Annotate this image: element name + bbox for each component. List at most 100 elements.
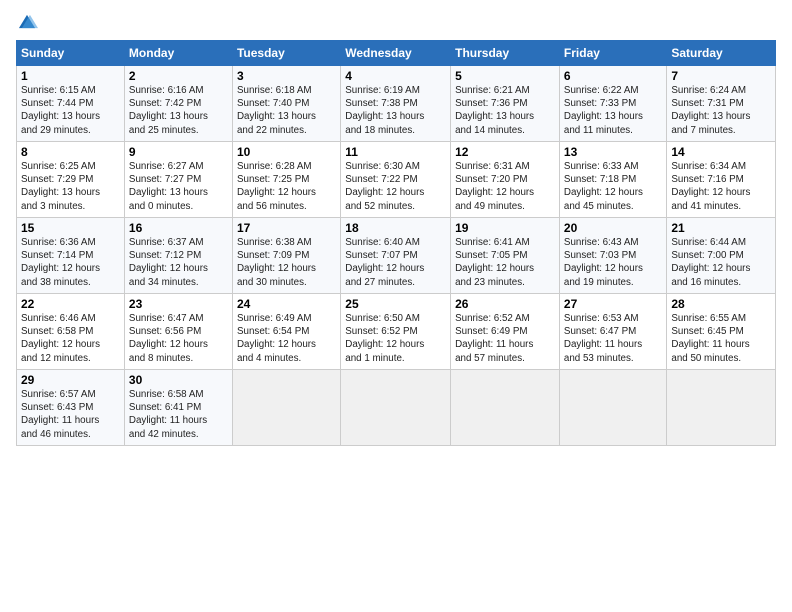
day-info: Sunrise: 6:27 AM Sunset: 7:27 PM Dayligh… (129, 160, 228, 213)
calendar-cell: 14Sunrise: 6:34 AM Sunset: 7:16 PM Dayli… (667, 142, 776, 218)
day-info: Sunrise: 6:41 AM Sunset: 7:05 PM Dayligh… (455, 236, 555, 289)
day-number: 9 (129, 145, 228, 159)
calendar-week-2: 8Sunrise: 6:25 AM Sunset: 7:29 PM Daylig… (17, 142, 776, 218)
page: Sunday Monday Tuesday Wednesday Thursday… (0, 0, 792, 454)
calendar-cell: 15Sunrise: 6:36 AM Sunset: 7:14 PM Dayli… (17, 218, 125, 294)
day-info: Sunrise: 6:58 AM Sunset: 6:41 PM Dayligh… (129, 388, 228, 441)
header-row (16, 12, 776, 34)
calendar-cell: 26Sunrise: 6:52 AM Sunset: 6:49 PM Dayli… (451, 294, 560, 370)
calendar-cell: 27Sunrise: 6:53 AM Sunset: 6:47 PM Dayli… (559, 294, 666, 370)
calendar-week-1: 1Sunrise: 6:15 AM Sunset: 7:44 PM Daylig… (17, 66, 776, 142)
day-info: Sunrise: 6:57 AM Sunset: 6:43 PM Dayligh… (21, 388, 120, 441)
day-info: Sunrise: 6:31 AM Sunset: 7:20 PM Dayligh… (455, 160, 555, 213)
day-number: 20 (564, 221, 662, 235)
day-info: Sunrise: 6:24 AM Sunset: 7:31 PM Dayligh… (671, 84, 771, 137)
day-number: 12 (455, 145, 555, 159)
day-number: 17 (237, 221, 336, 235)
day-info: Sunrise: 6:16 AM Sunset: 7:42 PM Dayligh… (129, 84, 228, 137)
day-number: 4 (345, 69, 446, 83)
calendar-cell: 25Sunrise: 6:50 AM Sunset: 6:52 PM Dayli… (341, 294, 451, 370)
day-info: Sunrise: 6:44 AM Sunset: 7:00 PM Dayligh… (671, 236, 771, 289)
calendar-week-4: 22Sunrise: 6:46 AM Sunset: 6:58 PM Dayli… (17, 294, 776, 370)
day-number: 15 (21, 221, 120, 235)
day-number: 23 (129, 297, 228, 311)
calendar-cell (232, 370, 340, 446)
col-saturday: Saturday (667, 41, 776, 66)
calendar-cell: 9Sunrise: 6:27 AM Sunset: 7:27 PM Daylig… (124, 142, 232, 218)
col-friday: Friday (559, 41, 666, 66)
calendar-week-5: 29Sunrise: 6:57 AM Sunset: 6:43 PM Dayli… (17, 370, 776, 446)
calendar-cell: 10Sunrise: 6:28 AM Sunset: 7:25 PM Dayli… (232, 142, 340, 218)
day-number: 27 (564, 297, 662, 311)
day-info: Sunrise: 6:25 AM Sunset: 7:29 PM Dayligh… (21, 160, 120, 213)
calendar-cell: 11Sunrise: 6:30 AM Sunset: 7:22 PM Dayli… (341, 142, 451, 218)
day-info: Sunrise: 6:55 AM Sunset: 6:45 PM Dayligh… (671, 312, 771, 365)
calendar-cell: 13Sunrise: 6:33 AM Sunset: 7:18 PM Dayli… (559, 142, 666, 218)
calendar-cell: 24Sunrise: 6:49 AM Sunset: 6:54 PM Dayli… (232, 294, 340, 370)
day-info: Sunrise: 6:40 AM Sunset: 7:07 PM Dayligh… (345, 236, 446, 289)
day-info: Sunrise: 6:47 AM Sunset: 6:56 PM Dayligh… (129, 312, 228, 365)
calendar-cell: 29Sunrise: 6:57 AM Sunset: 6:43 PM Dayli… (17, 370, 125, 446)
day-info: Sunrise: 6:19 AM Sunset: 7:38 PM Dayligh… (345, 84, 446, 137)
day-number: 3 (237, 69, 336, 83)
day-info: Sunrise: 6:22 AM Sunset: 7:33 PM Dayligh… (564, 84, 662, 137)
day-number: 14 (671, 145, 771, 159)
col-thursday: Thursday (451, 41, 560, 66)
day-number: 16 (129, 221, 228, 235)
day-number: 18 (345, 221, 446, 235)
day-number: 28 (671, 297, 771, 311)
day-info: Sunrise: 6:18 AM Sunset: 7:40 PM Dayligh… (237, 84, 336, 137)
calendar-cell: 16Sunrise: 6:37 AM Sunset: 7:12 PM Dayli… (124, 218, 232, 294)
calendar-cell: 20Sunrise: 6:43 AM Sunset: 7:03 PM Dayli… (559, 218, 666, 294)
day-number: 6 (564, 69, 662, 83)
day-number: 11 (345, 145, 446, 159)
day-number: 5 (455, 69, 555, 83)
calendar-week-3: 15Sunrise: 6:36 AM Sunset: 7:14 PM Dayli… (17, 218, 776, 294)
day-info: Sunrise: 6:21 AM Sunset: 7:36 PM Dayligh… (455, 84, 555, 137)
calendar-cell: 17Sunrise: 6:38 AM Sunset: 7:09 PM Dayli… (232, 218, 340, 294)
day-number: 21 (671, 221, 771, 235)
day-info: Sunrise: 6:38 AM Sunset: 7:09 PM Dayligh… (237, 236, 336, 289)
day-info: Sunrise: 6:30 AM Sunset: 7:22 PM Dayligh… (345, 160, 446, 213)
day-info: Sunrise: 6:36 AM Sunset: 7:14 PM Dayligh… (21, 236, 120, 289)
col-monday: Monday (124, 41, 232, 66)
calendar-cell: 7Sunrise: 6:24 AM Sunset: 7:31 PM Daylig… (667, 66, 776, 142)
calendar-cell: 19Sunrise: 6:41 AM Sunset: 7:05 PM Dayli… (451, 218, 560, 294)
logo (16, 12, 40, 34)
day-info: Sunrise: 6:37 AM Sunset: 7:12 PM Dayligh… (129, 236, 228, 289)
day-number: 29 (21, 373, 120, 387)
calendar-cell: 18Sunrise: 6:40 AM Sunset: 7:07 PM Dayli… (341, 218, 451, 294)
logo-icon (16, 12, 38, 34)
day-number: 22 (21, 297, 120, 311)
calendar-cell: 4Sunrise: 6:19 AM Sunset: 7:38 PM Daylig… (341, 66, 451, 142)
calendar-cell: 30Sunrise: 6:58 AM Sunset: 6:41 PM Dayli… (124, 370, 232, 446)
day-number: 24 (237, 297, 336, 311)
calendar-cell (559, 370, 666, 446)
day-info: Sunrise: 6:52 AM Sunset: 6:49 PM Dayligh… (455, 312, 555, 365)
calendar-cell (341, 370, 451, 446)
day-info: Sunrise: 6:43 AM Sunset: 7:03 PM Dayligh… (564, 236, 662, 289)
calendar-cell: 28Sunrise: 6:55 AM Sunset: 6:45 PM Dayli… (667, 294, 776, 370)
calendar-cell: 12Sunrise: 6:31 AM Sunset: 7:20 PM Dayli… (451, 142, 560, 218)
day-info: Sunrise: 6:49 AM Sunset: 6:54 PM Dayligh… (237, 312, 336, 365)
day-info: Sunrise: 6:34 AM Sunset: 7:16 PM Dayligh… (671, 160, 771, 213)
day-info: Sunrise: 6:50 AM Sunset: 6:52 PM Dayligh… (345, 312, 446, 365)
day-number: 19 (455, 221, 555, 235)
calendar-cell (451, 370, 560, 446)
calendar-cell: 8Sunrise: 6:25 AM Sunset: 7:29 PM Daylig… (17, 142, 125, 218)
calendar-cell: 1Sunrise: 6:15 AM Sunset: 7:44 PM Daylig… (17, 66, 125, 142)
day-number: 26 (455, 297, 555, 311)
calendar-cell: 5Sunrise: 6:21 AM Sunset: 7:36 PM Daylig… (451, 66, 560, 142)
calendar-table: Sunday Monday Tuesday Wednesday Thursday… (16, 40, 776, 446)
calendar-cell (667, 370, 776, 446)
day-info: Sunrise: 6:28 AM Sunset: 7:25 PM Dayligh… (237, 160, 336, 213)
day-number: 30 (129, 373, 228, 387)
day-info: Sunrise: 6:53 AM Sunset: 6:47 PM Dayligh… (564, 312, 662, 365)
col-tuesday: Tuesday (232, 41, 340, 66)
calendar-cell: 3Sunrise: 6:18 AM Sunset: 7:40 PM Daylig… (232, 66, 340, 142)
day-number: 13 (564, 145, 662, 159)
day-info: Sunrise: 6:33 AM Sunset: 7:18 PM Dayligh… (564, 160, 662, 213)
col-wednesday: Wednesday (341, 41, 451, 66)
day-number: 2 (129, 69, 228, 83)
calendar-cell: 22Sunrise: 6:46 AM Sunset: 6:58 PM Dayli… (17, 294, 125, 370)
